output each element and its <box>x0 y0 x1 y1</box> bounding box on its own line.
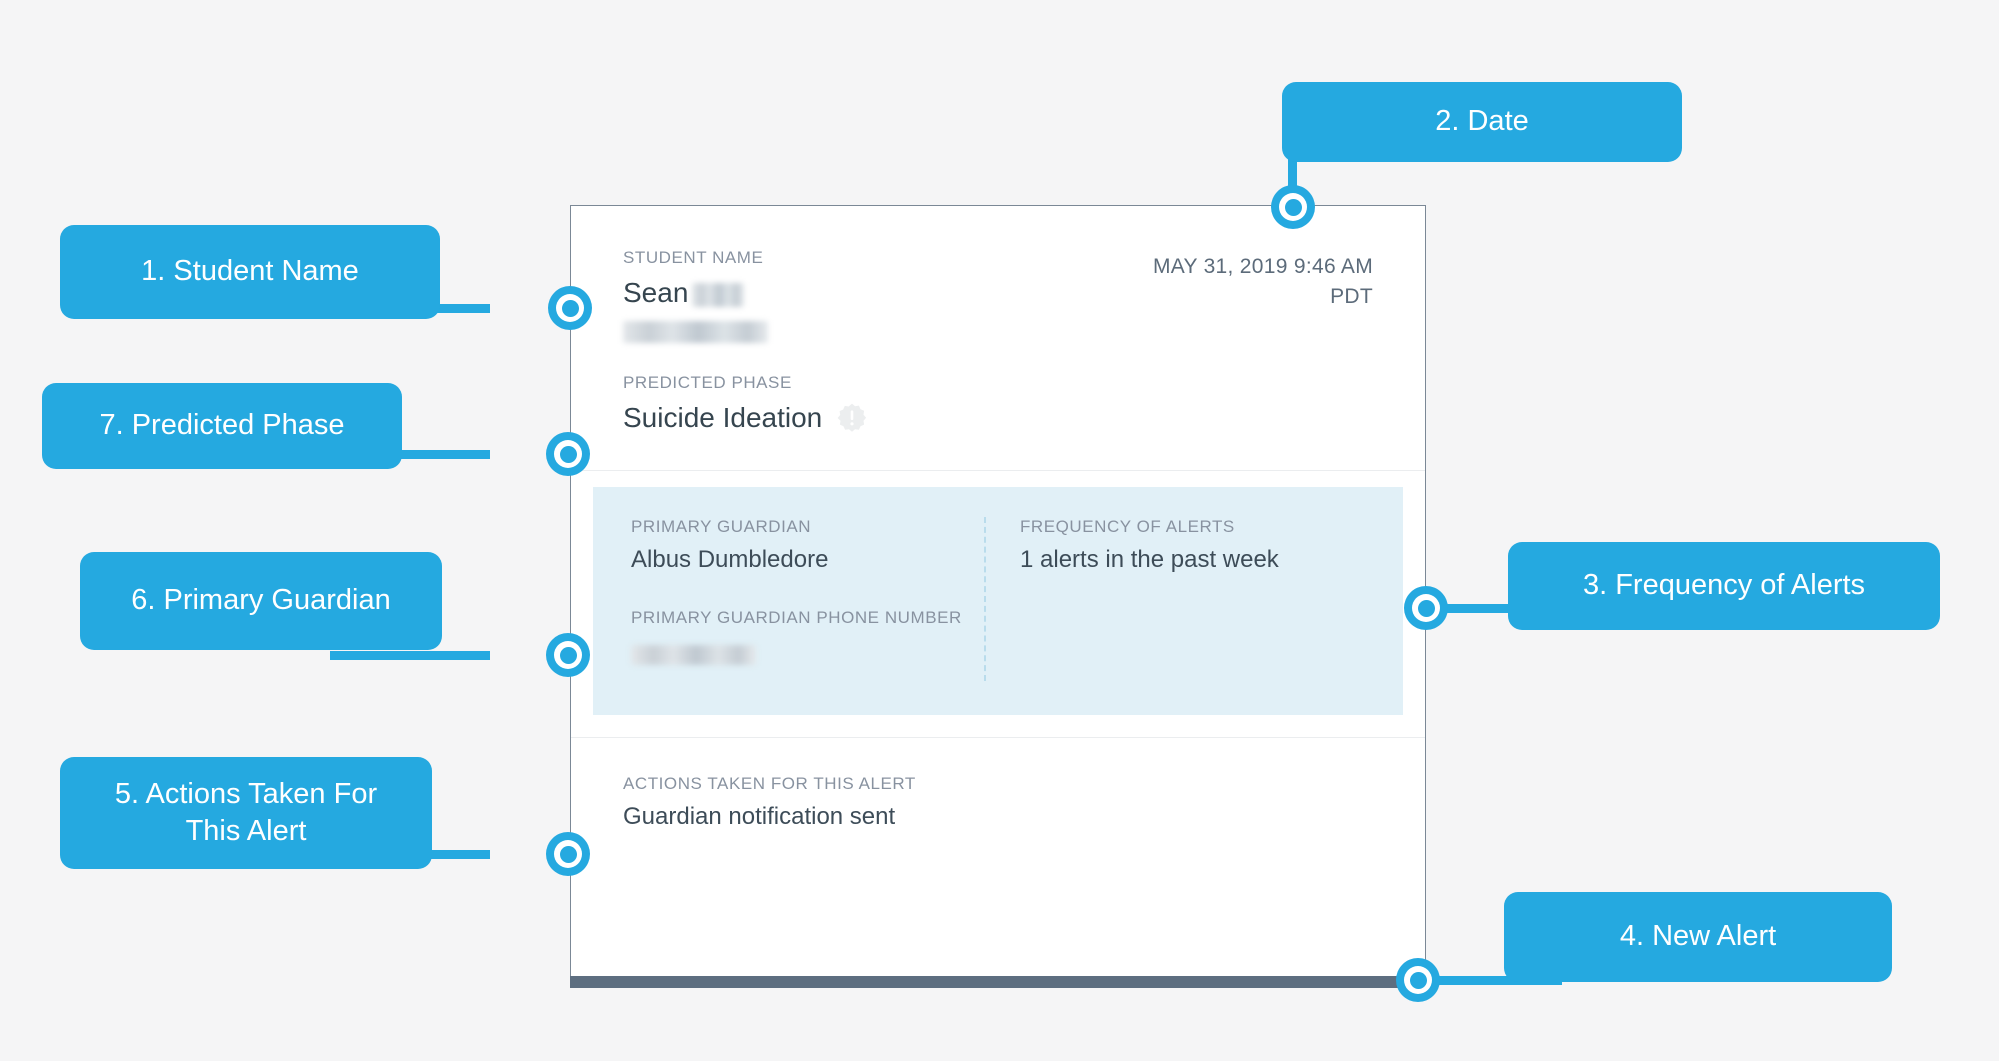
redacted-surname <box>692 282 745 307</box>
card-header-section: STUDENT NAME Sean MAY 31, 2019 9:46 AM P… <box>571 206 1425 470</box>
student-name-value: Sean <box>623 277 768 309</box>
alert-seal-icon <box>837 403 867 433</box>
marker-actions-taken[interactable] <box>546 832 590 876</box>
marker-phase[interactable] <box>546 432 590 476</box>
primary-guardian-value: Albus Dumbledore <box>631 546 829 574</box>
predicted-phase-label: PREDICTED PHASE <box>623 373 792 393</box>
marker-student-name[interactable] <box>548 286 592 330</box>
callout-phase-label: 7. Predicted Phase <box>99 409 345 442</box>
callout-actions-taken[interactable]: 5. Actions Taken For This Alert <box>60 757 432 869</box>
student-name-field: STUDENT NAME Sean <box>623 248 768 344</box>
card-footer-bar <box>570 976 1426 988</box>
callout-new-alert-label: 4. New Alert <box>1619 920 1777 953</box>
frequency-of-alerts-label: FREQUENCY OF ALERTS <box>1020 517 1235 537</box>
callout-frequency-label: 3. Frequency of Alerts <box>1582 569 1866 602</box>
primary-guardian-phone-field: PRIMARY GUARDIAN PHONE NUMBER <box>631 608 984 666</box>
callout-guardian[interactable]: 6. Primary Guardian <box>80 552 442 650</box>
predicted-phase-row: Suicide Ideation <box>623 402 1373 434</box>
primary-guardian-column: PRIMARY GUARDIAN Albus Dumbledore PRIMAR… <box>623 517 984 681</box>
callout-student-name[interactable]: 1. Student Name <box>60 225 440 319</box>
marker-new-alert[interactable] <box>1396 958 1440 1002</box>
card-top-row: STUDENT NAME Sean MAY 31, 2019 9:46 AM P… <box>623 248 1373 344</box>
callout-student-name-label: 1. Student Name <box>141 255 359 288</box>
predicted-phase-field: PREDICTED PHASE Suicide Ideation <box>623 373 1373 434</box>
predicted-phase-value: Suicide Ideation <box>623 402 823 434</box>
callout-guardian-label: 6. Primary Guardian <box>131 584 391 617</box>
callout-phase[interactable]: 7. Predicted Phase <box>42 383 402 469</box>
marker-frequency[interactable] <box>1404 586 1448 630</box>
callout-frequency[interactable]: 3. Frequency of Alerts <box>1508 542 1940 630</box>
callout-actions-taken-label: 5. Actions Taken For This Alert <box>114 777 378 847</box>
connector-guardian <box>330 651 490 660</box>
actions-taken-value: Guardian notification sent <box>623 803 896 831</box>
primary-guardian-label: PRIMARY GUARDIAN <box>631 517 812 537</box>
alert-card: STUDENT NAME Sean MAY 31, 2019 9:46 AM P… <box>570 205 1426 988</box>
student-name-text: Sean <box>623 277 689 308</box>
actions-taken-section: ACTIONS TAKEN FOR THIS ALERT Guardian no… <box>571 738 1425 831</box>
primary-guardian-phone-label: PRIMARY GUARDIAN PHONE NUMBER <box>631 608 962 628</box>
student-name-label: STUDENT NAME <box>623 248 764 267</box>
marker-date[interactable] <box>1271 185 1315 229</box>
callout-date-label: 2. Date <box>1435 105 1529 138</box>
annotated-screenshot-canvas: STUDENT NAME Sean MAY 31, 2019 9:46 AM P… <box>0 0 1999 1061</box>
actions-taken-label: ACTIONS TAKEN FOR THIS ALERT <box>623 774 916 794</box>
guardian-frequency-panel: PRIMARY GUARDIAN Albus Dumbledore PRIMAR… <box>593 487 1403 716</box>
redacted-name-line-2 <box>623 321 768 344</box>
frequency-of-alerts-value: 1 alerts in the past week <box>1020 546 1279 574</box>
marker-guardian[interactable] <box>546 633 590 677</box>
alert-date: MAY 31, 2019 9:46 AM PDT <box>1152 255 1373 309</box>
callout-new-alert[interactable]: 4. New Alert <box>1504 892 1892 982</box>
frequency-of-alerts-column: FREQUENCY OF ALERTS 1 alerts in the past… <box>984 517 1373 682</box>
callout-date[interactable]: 2. Date <box>1282 82 1682 162</box>
redacted-phone-number <box>631 645 756 666</box>
